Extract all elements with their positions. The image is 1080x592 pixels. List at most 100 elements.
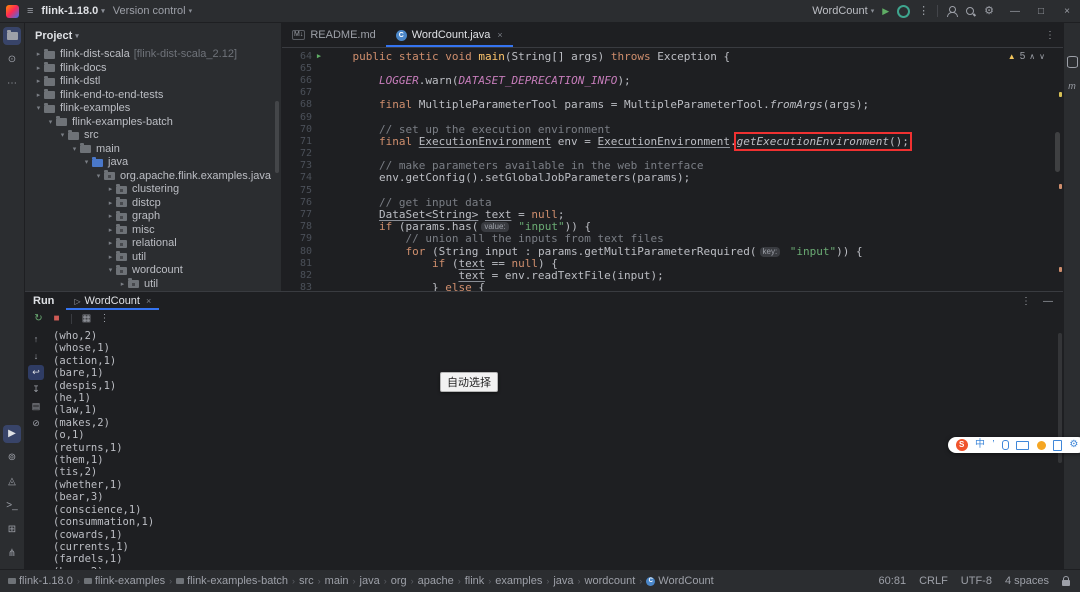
tree-chevron-icon[interactable]: ▾ — [81, 156, 92, 170]
more-tool-windows-icon[interactable]: ⋯ — [3, 75, 21, 93]
tree-item-flink-examples[interactable]: ▾ flink-examples — [25, 102, 281, 116]
tree-chevron-icon[interactable]: ▾ — [57, 129, 68, 143]
tree-chevron-icon[interactable]: ▸ — [33, 89, 44, 103]
debug-icon[interactable]: ⊚ — [3, 449, 21, 467]
encoding[interactable]: UTF-8 — [961, 575, 992, 587]
close-tab-icon[interactable]: × — [146, 296, 151, 306]
tree-item-relational[interactable]: ▸ relational — [25, 237, 281, 251]
maximize-button[interactable]: □ — [1028, 0, 1054, 22]
project-panel-header[interactable]: Project ▾ — [25, 23, 281, 48]
scrollbar[interactable] — [275, 101, 279, 173]
tree-item-util[interactable]: ▸ util — [25, 278, 281, 292]
tree-chevron-icon[interactable]: ▾ — [69, 143, 80, 157]
tree-chevron-icon[interactable]: ▾ — [93, 170, 104, 184]
code-editor[interactable]: 64 ▶ public static void main(String[] arg… — [282, 48, 1063, 291]
clear-all-icon[interactable]: ⊘ — [28, 416, 44, 431]
profiler-icon[interactable] — [897, 4, 911, 18]
code-line-68[interactable]: 68 final MultipleParameterTool params = … — [282, 98, 1063, 111]
problems-icon[interactable]: ◬ — [3, 473, 21, 491]
rerun-icon[interactable]: ↻ — [31, 311, 46, 326]
code-line-76[interactable]: 76 // get input data — [282, 196, 1063, 209]
indent-style[interactable]: 4 spaces — [1005, 575, 1049, 587]
code-line-71[interactable]: 71 final ExecutionEnvironment env = Exec… — [282, 131, 1063, 151]
tree-chevron-icon[interactable]: ▸ — [105, 237, 116, 251]
breadcrumb-item[interactable]: org — [391, 575, 407, 587]
breadcrumb-item[interactable]: java — [553, 575, 573, 587]
caret-position[interactable]: 60:81 — [879, 575, 907, 587]
close-button[interactable]: × — [1054, 0, 1080, 22]
code-line-70[interactable]: 70 // set up the execution environment — [282, 123, 1063, 136]
tree-chevron-icon[interactable]: ▸ — [117, 278, 128, 292]
tree-chevron-icon[interactable]: ▸ — [105, 183, 116, 197]
breadcrumb-item[interactable]: apache — [418, 575, 454, 587]
editor-scrollbar[interactable] — [1055, 132, 1060, 172]
main-menu-icon[interactable]: ≡ — [27, 5, 33, 17]
tree-chevron-icon[interactable]: ▾ — [45, 116, 56, 130]
tab-wordcount[interactable]: C WordCount.java × — [386, 23, 513, 47]
punctuation-icon[interactable]: ’ — [992, 440, 994, 450]
breadcrumb-item[interactable]: examples — [495, 575, 542, 587]
tree-item-clustering[interactable]: ▸ clustering — [25, 183, 281, 197]
tab-readme[interactable]: M↓ README.md — [282, 23, 386, 47]
code-line-78[interactable]: 78 if (params.has(value: "input")) { — [282, 220, 1063, 233]
more-actions-icon[interactable]: ⋮ — [918, 5, 929, 17]
inspections-widget[interactable]: ▲ 5 ∧ ∨ — [1008, 51, 1045, 62]
breadcrumb-item[interactable]: flink — [465, 575, 485, 587]
version-control-icon[interactable]: ⋔ — [3, 545, 21, 563]
tree-item-src[interactable]: ▾ src — [25, 129, 281, 143]
services-icon[interactable]: ⊞ — [3, 521, 21, 539]
toolbox-icon[interactable]: ⚙ — [1069, 440, 1078, 450]
project-icon[interactable] — [3, 27, 21, 45]
vcs-widget[interactable]: Version control ▾ — [113, 5, 192, 17]
breadcrumb-item[interactable]: flink-examples — [83, 575, 165, 587]
code-line-81[interactable]: 81 if (text == null) { — [282, 257, 1063, 270]
tree-item-org.apache.flink.examples.java[interactable]: ▾ org.apache.flink.examples.java — [25, 170, 281, 184]
emoji-icon[interactable] — [1036, 440, 1046, 450]
code-line-69[interactable]: 69 — [282, 111, 1063, 123]
maven-icon[interactable]: m — [1065, 79, 1079, 93]
next-problem-icon[interactable]: ∨ — [1039, 52, 1045, 61]
tree-chevron-icon[interactable]: ▸ — [33, 48, 44, 62]
layout-settings-icon[interactable]: ▦ — [79, 311, 94, 326]
breadcrumb-item[interactable]: src — [299, 575, 314, 587]
tree-chevron-icon[interactable]: ▸ — [33, 75, 44, 89]
code-line-67[interactable]: 67 — [282, 87, 1063, 99]
sogou-logo-icon[interactable]: S — [955, 439, 968, 451]
tree-chevron-icon[interactable]: ▾ — [105, 264, 116, 278]
code-line-73[interactable]: 73 // make parameters available in the w… — [282, 159, 1063, 172]
run-configuration-selector[interactable]: WordCount ▾ — [812, 5, 874, 17]
commit-icon[interactable]: ⊙ — [3, 51, 21, 69]
soft-wrap-icon[interactable]: ↩ — [28, 365, 44, 380]
line-separator[interactable]: CRLF — [919, 575, 948, 587]
code-line-80[interactable]: 80 for (String input : params.getMultiPa… — [282, 245, 1063, 258]
tree-item-graph[interactable]: ▸ graph — [25, 210, 281, 224]
tree-item-wordcount[interactable]: ▾ wordcount — [25, 264, 281, 278]
run-options-icon[interactable]: ⋮ — [1021, 296, 1031, 307]
breadcrumb-item[interactable]: main — [325, 575, 349, 587]
code-line-74[interactable]: 74 env.getConfig().setGlobalJobParameter… — [282, 171, 1063, 184]
tree-chevron-icon[interactable]: ▸ — [33, 62, 44, 76]
tree-item-flink-end-to-end-tests[interactable]: ▸ flink-end-to-end-tests — [25, 89, 281, 103]
settings-gear-icon[interactable]: ⚙ — [984, 5, 994, 17]
code-line-75[interactable]: 75 — [282, 184, 1063, 196]
code-line-65[interactable]: 65 — [282, 62, 1063, 74]
code-line-79[interactable]: 79 // union all the inputs from text fil… — [282, 232, 1063, 245]
tree-item-flink-examples-batch[interactable]: ▾ flink-examples-batch — [25, 116, 281, 130]
code-line-64[interactable]: 64 ▶ public static void main(String[] arg… — [282, 50, 1063, 63]
breadcrumb-item[interactable]: flink-1.18.0 — [8, 575, 73, 587]
tree-item-flink-dstl[interactable]: ▸ flink-dstl — [25, 75, 281, 89]
database-icon[interactable] — [1065, 55, 1079, 69]
run-button[interactable]: ▶ — [882, 6, 889, 16]
breadcrumb-item[interactable]: java — [360, 575, 380, 587]
search-icon[interactable] — [965, 6, 976, 17]
next-occurrence-icon[interactable]: ↓ — [28, 348, 44, 363]
tree-item-java[interactable]: ▾ java — [25, 156, 281, 170]
print-icon[interactable]: ▤ — [28, 399, 44, 414]
tree-item-misc[interactable]: ▸ misc — [25, 224, 281, 238]
tree-chevron-icon[interactable]: ▸ — [105, 224, 116, 238]
tree-chevron-icon[interactable]: ▾ — [33, 102, 44, 116]
clipboard-icon[interactable] — [1052, 439, 1062, 451]
code-line-66[interactable]: 66 LOGGER.warn(DATASET_DEPRECATION_INFO)… — [282, 74, 1063, 87]
run-tab-wordcount[interactable]: ▷ WordCount × — [66, 292, 159, 310]
prev-occurrence-icon[interactable]: ↑ — [28, 331, 44, 346]
